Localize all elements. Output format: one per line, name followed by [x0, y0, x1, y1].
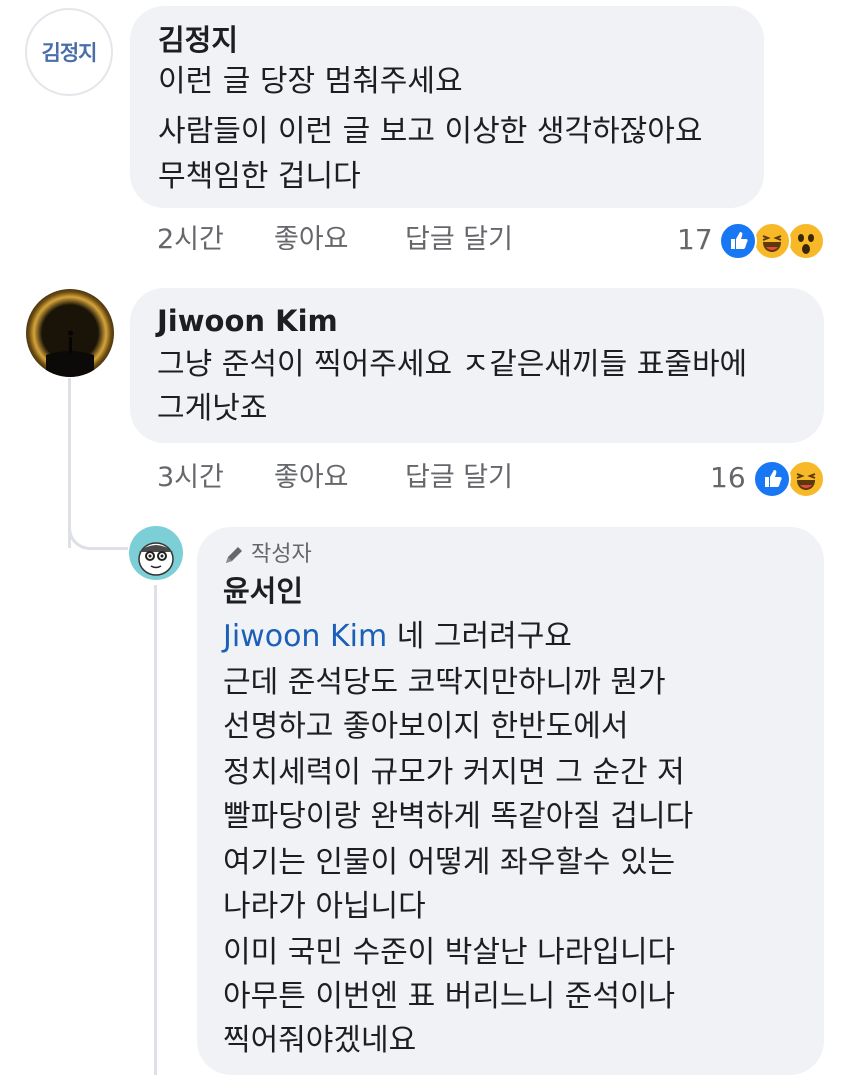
- comment-text-line: 그게낫죠: [157, 391, 268, 426]
- thread-connector: [68, 520, 128, 550]
- avatar[interactable]: 김정지: [25, 8, 113, 96]
- avatar-text: 김정지: [41, 41, 98, 65]
- reply-thread-line: [154, 585, 157, 1075]
- comment-time[interactable]: 3시간: [157, 461, 224, 495]
- reply-button[interactable]: 답글 달기: [405, 461, 513, 495]
- reply-text-line: 정치세력이 규모가 커지면 그 순간 저: [223, 755, 685, 790]
- comment-author[interactable]: 김정지: [158, 22, 238, 58]
- pencil-icon: [226, 547, 242, 563]
- reply-text-line: 여기는 인물이 어떻게 좌우할수 있는: [223, 845, 676, 880]
- author-badge-label: 작성자: [251, 542, 312, 567]
- comment-text-line: 이런 글 당장 멈춰주세요: [158, 64, 463, 99]
- mention-link[interactable]: Jiwoon Kim: [223, 619, 387, 654]
- reaction-count[interactable]: 16: [710, 461, 746, 495]
- reply-text-line: 근데 준석당도 코딱지만하니까 뭔가: [223, 665, 666, 700]
- avatar[interactable]: [26, 289, 114, 377]
- reply-bubble: 작성자 윤서인 Jiwoon Kim 네 그러려구요 근데 준석당도 코딱지만하…: [197, 527, 824, 1075]
- like-icon[interactable]: [753, 460, 791, 498]
- comment-bubble: 김정지 이런 글 당장 멈춰주세요 사람들이 이런 글 보고 이상한 생각하잖아…: [130, 6, 764, 208]
- comment-text-line: 그냥 준석이 찍어주세요 ㅈ같은새끼들 표줄바에: [157, 347, 748, 382]
- avatar[interactable]: [129, 526, 183, 580]
- like-button[interactable]: 좋아요: [274, 461, 349, 495]
- reply-text-line: 빨파당이랑 완벽하게 똑같아질 겁니다: [223, 799, 694, 834]
- like-button[interactable]: 좋아요: [274, 223, 349, 257]
- like-icon[interactable]: [719, 222, 757, 260]
- haha-icon[interactable]: [753, 222, 791, 260]
- reply-text-line: 아무튼 이번엔 표 버리느니 준석이나: [223, 979, 676, 1014]
- reaction-count[interactable]: 17: [677, 223, 713, 257]
- silhouette-icon: [46, 330, 94, 377]
- reply-text: 네 그러려구요: [396, 619, 572, 654]
- comment-bubble: Jiwoon Kim 그냥 준석이 찍어주세요 ㅈ같은새끼들 표줄바에 그게낫죠: [130, 288, 824, 443]
- wow-icon[interactable]: [787, 222, 825, 260]
- reply-text-line: Jiwoon Kim 네 그러려구요: [223, 617, 572, 657]
- reply-text-line: 이미 국민 수준이 박살난 나라입니다: [223, 935, 676, 970]
- cartoon-face-icon: [138, 542, 174, 576]
- reply-button[interactable]: 답글 달기: [405, 223, 513, 257]
- comment-author[interactable]: Jiwoon Kim: [157, 303, 338, 339]
- reply-author[interactable]: 윤서인: [223, 573, 303, 609]
- comment-text-line: 사람들이 이런 글 보고 이상한 생각하잖아요: [158, 114, 703, 149]
- comment-text-line: 무책임한 겁니다: [158, 159, 361, 194]
- author-badge: 작성자: [223, 541, 312, 569]
- reply-text-line: 선명하고 좋아보이지 한반도에서: [223, 709, 629, 744]
- comment-time[interactable]: 2시간: [157, 223, 224, 257]
- haha-icon[interactable]: [787, 460, 825, 498]
- reply-text-line: 찍어줘야겠네요: [223, 1023, 417, 1058]
- reply-text-line: 나라가 아닙니다: [223, 889, 426, 924]
